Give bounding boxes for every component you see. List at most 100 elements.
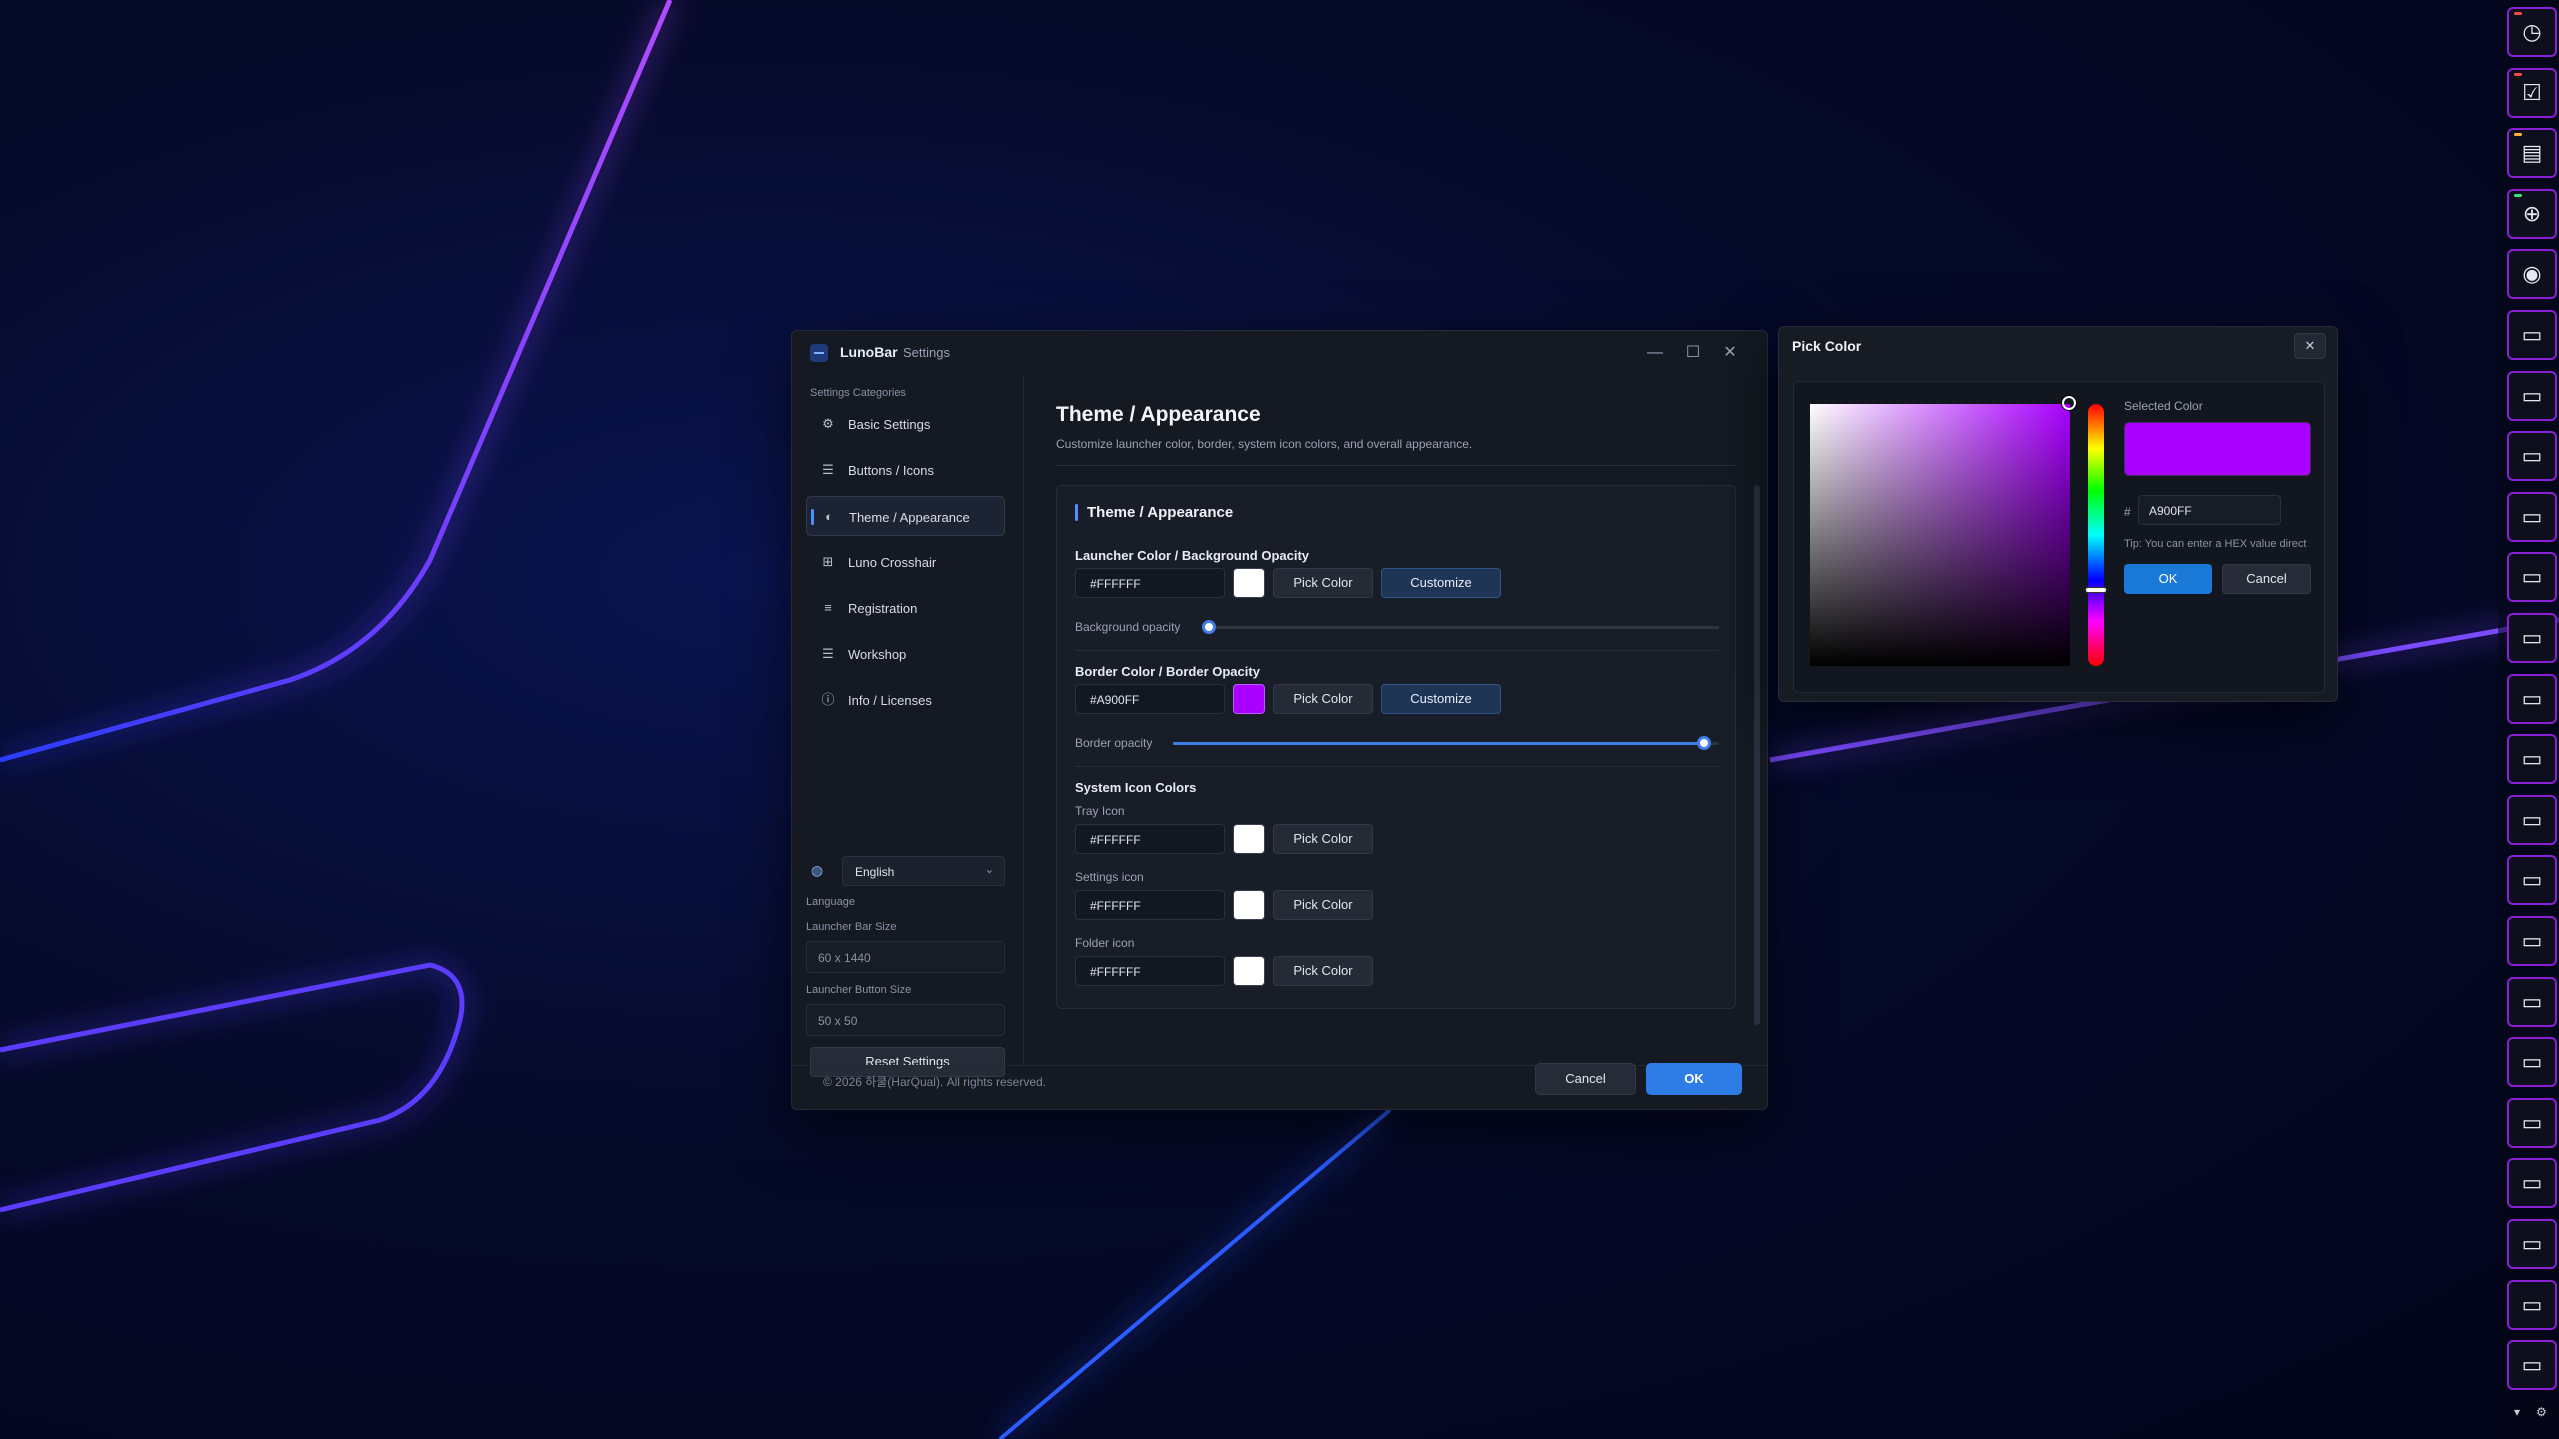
document-icon: ▤ [2521, 140, 2543, 166]
launcher-button-folder[interactable]: ▭ [2507, 734, 2557, 785]
sidebar-item-theme-appearance[interactable]: ◐ Theme / Appearance [806, 496, 1005, 536]
border-customize-button[interactable]: Customize [1381, 684, 1501, 714]
title-bar[interactable]: LunoBar Settings — ☐ ✕ [792, 331, 1767, 375]
sidebar-item-luno-crosshair[interactable]: ⊞ Luno Crosshair [806, 542, 1005, 582]
folder-icon: ▭ [2521, 1231, 2543, 1256]
language-label: Language [806, 896, 855, 908]
launcher-button-folder[interactable]: ▭ [2507, 976, 2557, 1027]
language-select[interactable]: English ⌄ [842, 856, 1005, 886]
launcher-color-swatch[interactable] [1233, 568, 1265, 598]
cancel-button[interactable]: Cancel [2222, 564, 2311, 594]
launcher-button-crosshair[interactable]: ⊕ [2507, 188, 2557, 239]
launcher-button-folder[interactable]: ▭ [2507, 491, 2557, 542]
border-color-hex-input[interactable]: #A900FF [1075, 684, 1225, 714]
launcher-button-folder[interactable]: ▭ [2507, 794, 2557, 845]
launcher-button-folder[interactable]: ▭ [2507, 855, 2557, 906]
launcher-button-document[interactable]: ▤ [2507, 128, 2557, 179]
minimize-button[interactable]: — [1640, 339, 1670, 367]
launcher-bar-size-label: Launcher Bar Size [806, 921, 897, 933]
sidebar-item-info-licenses[interactable]: ⓘ Info / Licenses [806, 680, 1005, 720]
launcher-button-folder[interactable]: ▭ [2507, 1158, 2557, 1209]
value-gradient [1810, 404, 2070, 666]
folder-icon-swatch[interactable] [1233, 956, 1265, 986]
launcher-button-folder[interactable]: ▭ [2507, 613, 2557, 663]
launcher-color-hex-input[interactable]: #FFFFFF [1075, 568, 1225, 598]
sidebar-item-label: Luno Crosshair [848, 555, 937, 570]
palette-icon: ◐ [825, 509, 833, 524]
background-opacity-slider[interactable] [1209, 626, 1719, 629]
row-divider [1075, 650, 1719, 651]
launcher-color-title: Launcher Color / Background Opacity [1075, 548, 1310, 563]
launcher-button-folder[interactable]: ▭ [2507, 552, 2557, 603]
launcher-button-folder[interactable]: ▭ [2507, 431, 2557, 482]
folder-icon-hex-input[interactable]: #FFFFFF [1075, 956, 1225, 986]
saturation-value-area[interactable] [1810, 404, 2070, 666]
close-button[interactable]: ✕ [2294, 333, 2326, 359]
settings-window: LunoBar Settings — ☐ ✕ Settings Categori… [791, 330, 1768, 1110]
border-opacity-slider-thumb[interactable] [1697, 736, 1711, 750]
sidebar-caption: Settings Categories [810, 387, 906, 399]
launcher-button-clock[interactable]: ◷ [2507, 7, 2557, 57]
border-color-swatch[interactable] [1233, 684, 1265, 714]
launcher-button-folder[interactable]: ▭ [2507, 1340, 2557, 1391]
launcher-button-folder[interactable]: ▭ [2507, 370, 2557, 421]
folder-icon-label: Folder icon [1075, 936, 1135, 950]
color-picker-panel: Selected Color # A900FF Tip: You can ent… [1793, 381, 2325, 693]
hex-input[interactable]: A900FF [2138, 495, 2281, 525]
sidebar-item-buttons-icons[interactable]: ☰ Buttons / Icons [806, 450, 1005, 490]
selected-color-preview [2124, 422, 2311, 476]
background-opacity-slider-thumb[interactable] [1202, 620, 1216, 634]
folder-icon: ▭ [2521, 322, 2543, 347]
launcher-button-folder[interactable]: ▭ [2507, 1037, 2557, 1088]
launcher-button-checklist[interactable]: ☑ [2507, 67, 2557, 118]
border-pick-color-button[interactable]: Pick Color [1273, 684, 1373, 714]
page-title: Theme / Appearance [1056, 403, 1261, 426]
page-description: Customize launcher color, border, system… [1056, 437, 1473, 451]
launcher-pick-color-button[interactable]: Pick Color [1273, 568, 1373, 598]
folder-pick-color-button[interactable]: Pick Color [1273, 956, 1373, 986]
launcher-customize-button[interactable]: Customize [1381, 568, 1501, 598]
maximize-button[interactable]: ☐ [1678, 339, 1708, 367]
settings-pick-color-button[interactable]: Pick Color [1273, 890, 1373, 920]
tray-icon-swatch[interactable] [1233, 824, 1265, 854]
settings-icon-label: Settings icon [1075, 870, 1144, 884]
app-name: LunoBar [840, 344, 898, 360]
launcher-button-folder[interactable]: ▭ [2507, 1097, 2557, 1148]
color-cursor[interactable] [2062, 396, 2076, 410]
luno-app-icon: ◉ [2522, 261, 2542, 287]
content-divider [1056, 465, 1736, 466]
folder-icon: ▭ [2521, 382, 2543, 408]
border-opacity-label: Border opacity [1075, 736, 1153, 750]
border-opacity-slider-fill [1173, 742, 1703, 745]
tray-pick-color-button[interactable]: Pick Color [1273, 824, 1373, 854]
ok-button[interactable]: OK [2124, 564, 2212, 594]
cancel-button[interactable]: Cancel [1535, 1063, 1636, 1095]
chevron-down-icon[interactable]: ▾ [2514, 1405, 2520, 1419]
border-color-title: Border Color / Border Opacity [1075, 664, 1260, 679]
hue-slider-thumb[interactable] [2086, 588, 2106, 592]
launcher-button-folder[interactable]: ▭ [2507, 1219, 2557, 1269]
window-subtitle: Settings [903, 345, 950, 360]
launcher-button-luno-app[interactable]: ◉ [2507, 249, 2557, 300]
content-scrollbar[interactable] [1754, 485, 1760, 1025]
launcher-button-folder[interactable]: ▭ [2507, 916, 2557, 966]
settings-icon-swatch[interactable] [1233, 890, 1265, 920]
sidebar-item-workshop[interactable]: ☰ Workshop [806, 634, 1005, 674]
launcher-button-size-field[interactable]: 50 x 50 [806, 1004, 1005, 1036]
settings-icon-hex-input[interactable]: #FFFFFF [1075, 890, 1225, 920]
sidebar-item-registration[interactable]: ≡ Registration [806, 588, 1005, 628]
launcher-bar-size-field[interactable]: 60 x 1440 [806, 941, 1005, 973]
sidebar-item-label: Basic Settings [848, 417, 931, 432]
folder-icon: ▭ [2521, 685, 2543, 711]
list-icon: ☰ [822, 462, 834, 477]
language-value: English [855, 865, 895, 879]
gear-icon[interactable]: ⚙ [2536, 1405, 2547, 1419]
tray-icon-hex-input[interactable]: #FFFFFF [1075, 824, 1225, 854]
sidebar-item-basic-settings[interactable]: ⚙ Basic Settings [806, 404, 1005, 444]
launcher-button-folder[interactable]: ▭ [2507, 310, 2557, 360]
hue-slider[interactable] [2088, 404, 2104, 666]
launcher-button-folder[interactable]: ▭ [2507, 1279, 2557, 1330]
launcher-button-folder[interactable]: ▭ [2507, 673, 2557, 724]
close-button[interactable]: ✕ [1715, 339, 1745, 367]
ok-button[interactable]: OK [1646, 1063, 1742, 1095]
